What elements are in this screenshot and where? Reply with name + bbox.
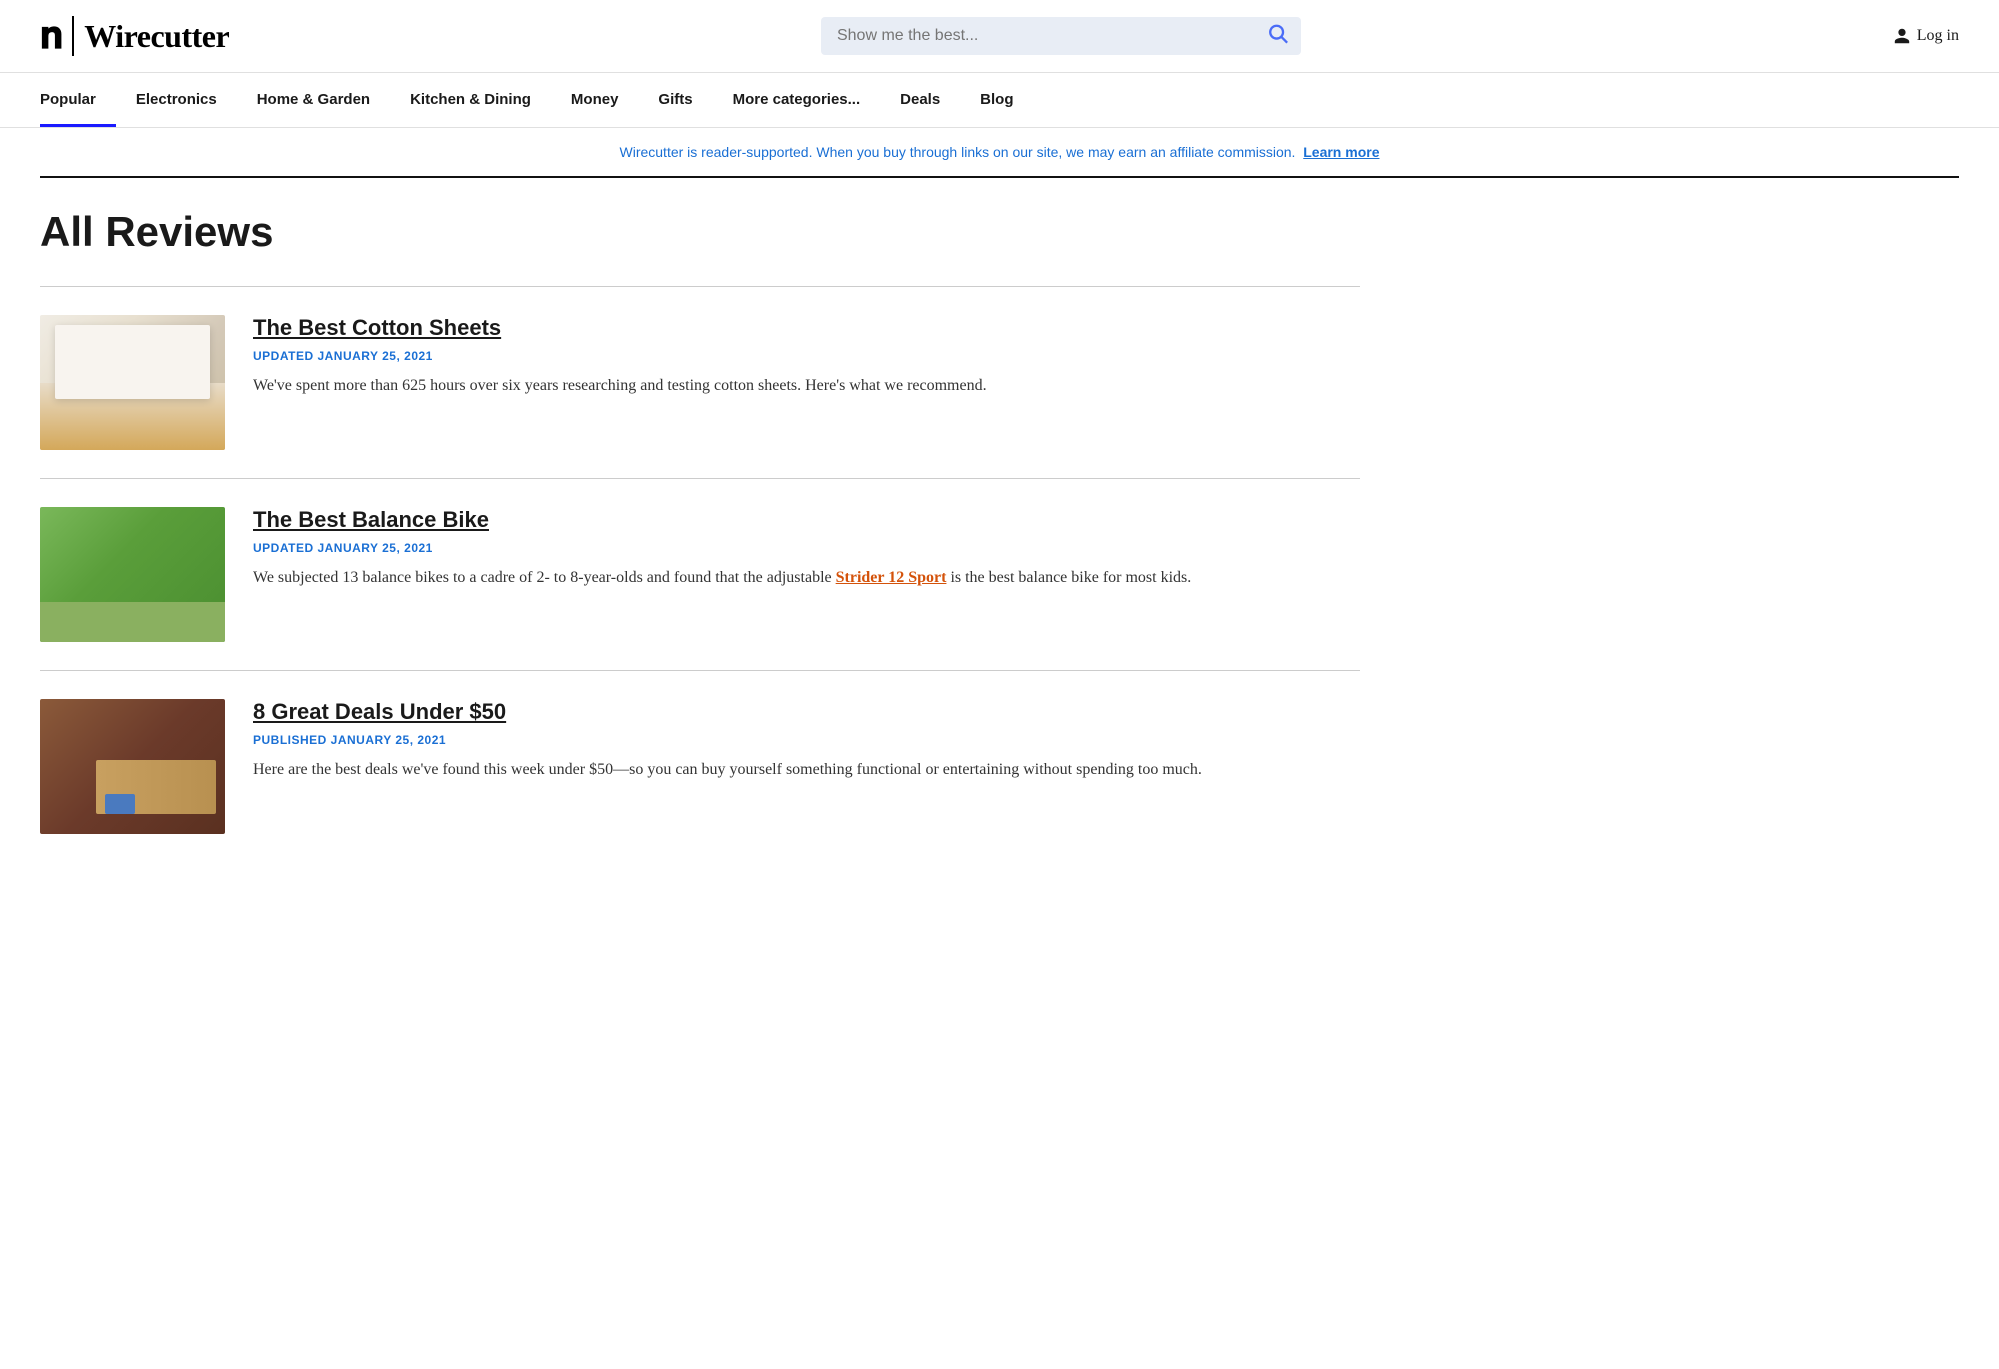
review-list: The Best Cotton Sheets UPDATED JANUARY 2… — [40, 286, 1360, 862]
review-date-balance-bike: UPDATED JANUARY 25, 2021 — [253, 541, 1360, 555]
nav-item-kitchen-dining[interactable]: Kitchen & Dining — [390, 73, 551, 127]
search-icon[interactable] — [1267, 23, 1289, 50]
logo-divider — [72, 16, 74, 56]
review-desc-cotton-sheets: We've spent more than 625 hours over six… — [253, 373, 1360, 399]
review-desc-deals: Here are the best deals we've found this… — [253, 757, 1360, 783]
nav-item-blog[interactable]: Blog — [960, 73, 1033, 127]
review-image-balance-bike — [40, 507, 225, 642]
review-title-balance-bike[interactable]: The Best Balance Bike — [253, 507, 489, 533]
site-header: 𝐧 Wirecutter Log in — [0, 0, 1999, 73]
user-icon — [1893, 27, 1911, 45]
review-content-cotton-sheets: The Best Cotton Sheets UPDATED JANUARY 2… — [253, 315, 1360, 399]
main-nav: Popular Electronics Home & Garden Kitche… — [0, 73, 1999, 128]
review-image-cotton-sheets — [40, 315, 225, 450]
review-date-cotton-sheets: UPDATED JANUARY 25, 2021 — [253, 349, 1360, 363]
nav-item-electronics[interactable]: Electronics — [116, 73, 237, 127]
review-desc-after: is the best balance bike for most kids. — [946, 569, 1191, 586]
nyt-logo: 𝐧 — [40, 14, 62, 58]
affiliate-learn-more[interactable]: Learn more — [1303, 144, 1379, 160]
review-title-cotton-sheets[interactable]: The Best Cotton Sheets — [253, 315, 501, 341]
nav-item-more-categories[interactable]: More categories... — [713, 73, 881, 127]
review-desc-before: We subjected 13 balance bikes to a cadre… — [253, 569, 836, 586]
review-desc-balance-bike: We subjected 13 balance bikes to a cadre… — [253, 565, 1360, 591]
review-date-deals: PUBLISHED JANUARY 25, 2021 — [253, 733, 1360, 747]
affiliate-text: Wirecutter is reader-supported. When you… — [620, 144, 1296, 160]
review-item-balance-bike: The Best Balance Bike UPDATED JANUARY 25… — [40, 478, 1360, 670]
page-title: All Reviews — [40, 208, 1360, 256]
review-item-cotton-sheets: The Best Cotton Sheets UPDATED JANUARY 2… — [40, 286, 1360, 478]
login-button[interactable]: Log in — [1893, 27, 1959, 45]
review-image-deals — [40, 699, 225, 834]
review-content-deals: 8 Great Deals Under $50 PUBLISHED JANUAR… — [253, 699, 1360, 783]
review-link-strider[interactable]: Strider 12 Sport — [836, 569, 947, 586]
review-content-balance-bike: The Best Balance Bike UPDATED JANUARY 25… — [253, 507, 1360, 591]
review-title-deals[interactable]: 8 Great Deals Under $50 — [253, 699, 506, 725]
nav-item-deals[interactable]: Deals — [880, 73, 960, 127]
logo-area: 𝐧 Wirecutter — [40, 14, 229, 58]
nav-item-home-garden[interactable]: Home & Garden — [237, 73, 390, 127]
search-area — [821, 17, 1301, 55]
nav-item-money[interactable]: Money — [551, 73, 639, 127]
review-item-deals-under-50: 8 Great Deals Under $50 PUBLISHED JANUAR… — [40, 670, 1360, 862]
affiliate-notice: Wirecutter is reader-supported. When you… — [0, 128, 1999, 176]
nav-item-gifts[interactable]: Gifts — [638, 73, 712, 127]
main-content: All Reviews The Best Cotton Sheets UPDAT… — [0, 178, 1400, 892]
wirecutter-logo: Wirecutter — [84, 18, 229, 55]
search-input[interactable] — [821, 17, 1301, 55]
login-label: Log in — [1917, 27, 1959, 45]
nav-item-popular[interactable]: Popular — [40, 73, 116, 127]
